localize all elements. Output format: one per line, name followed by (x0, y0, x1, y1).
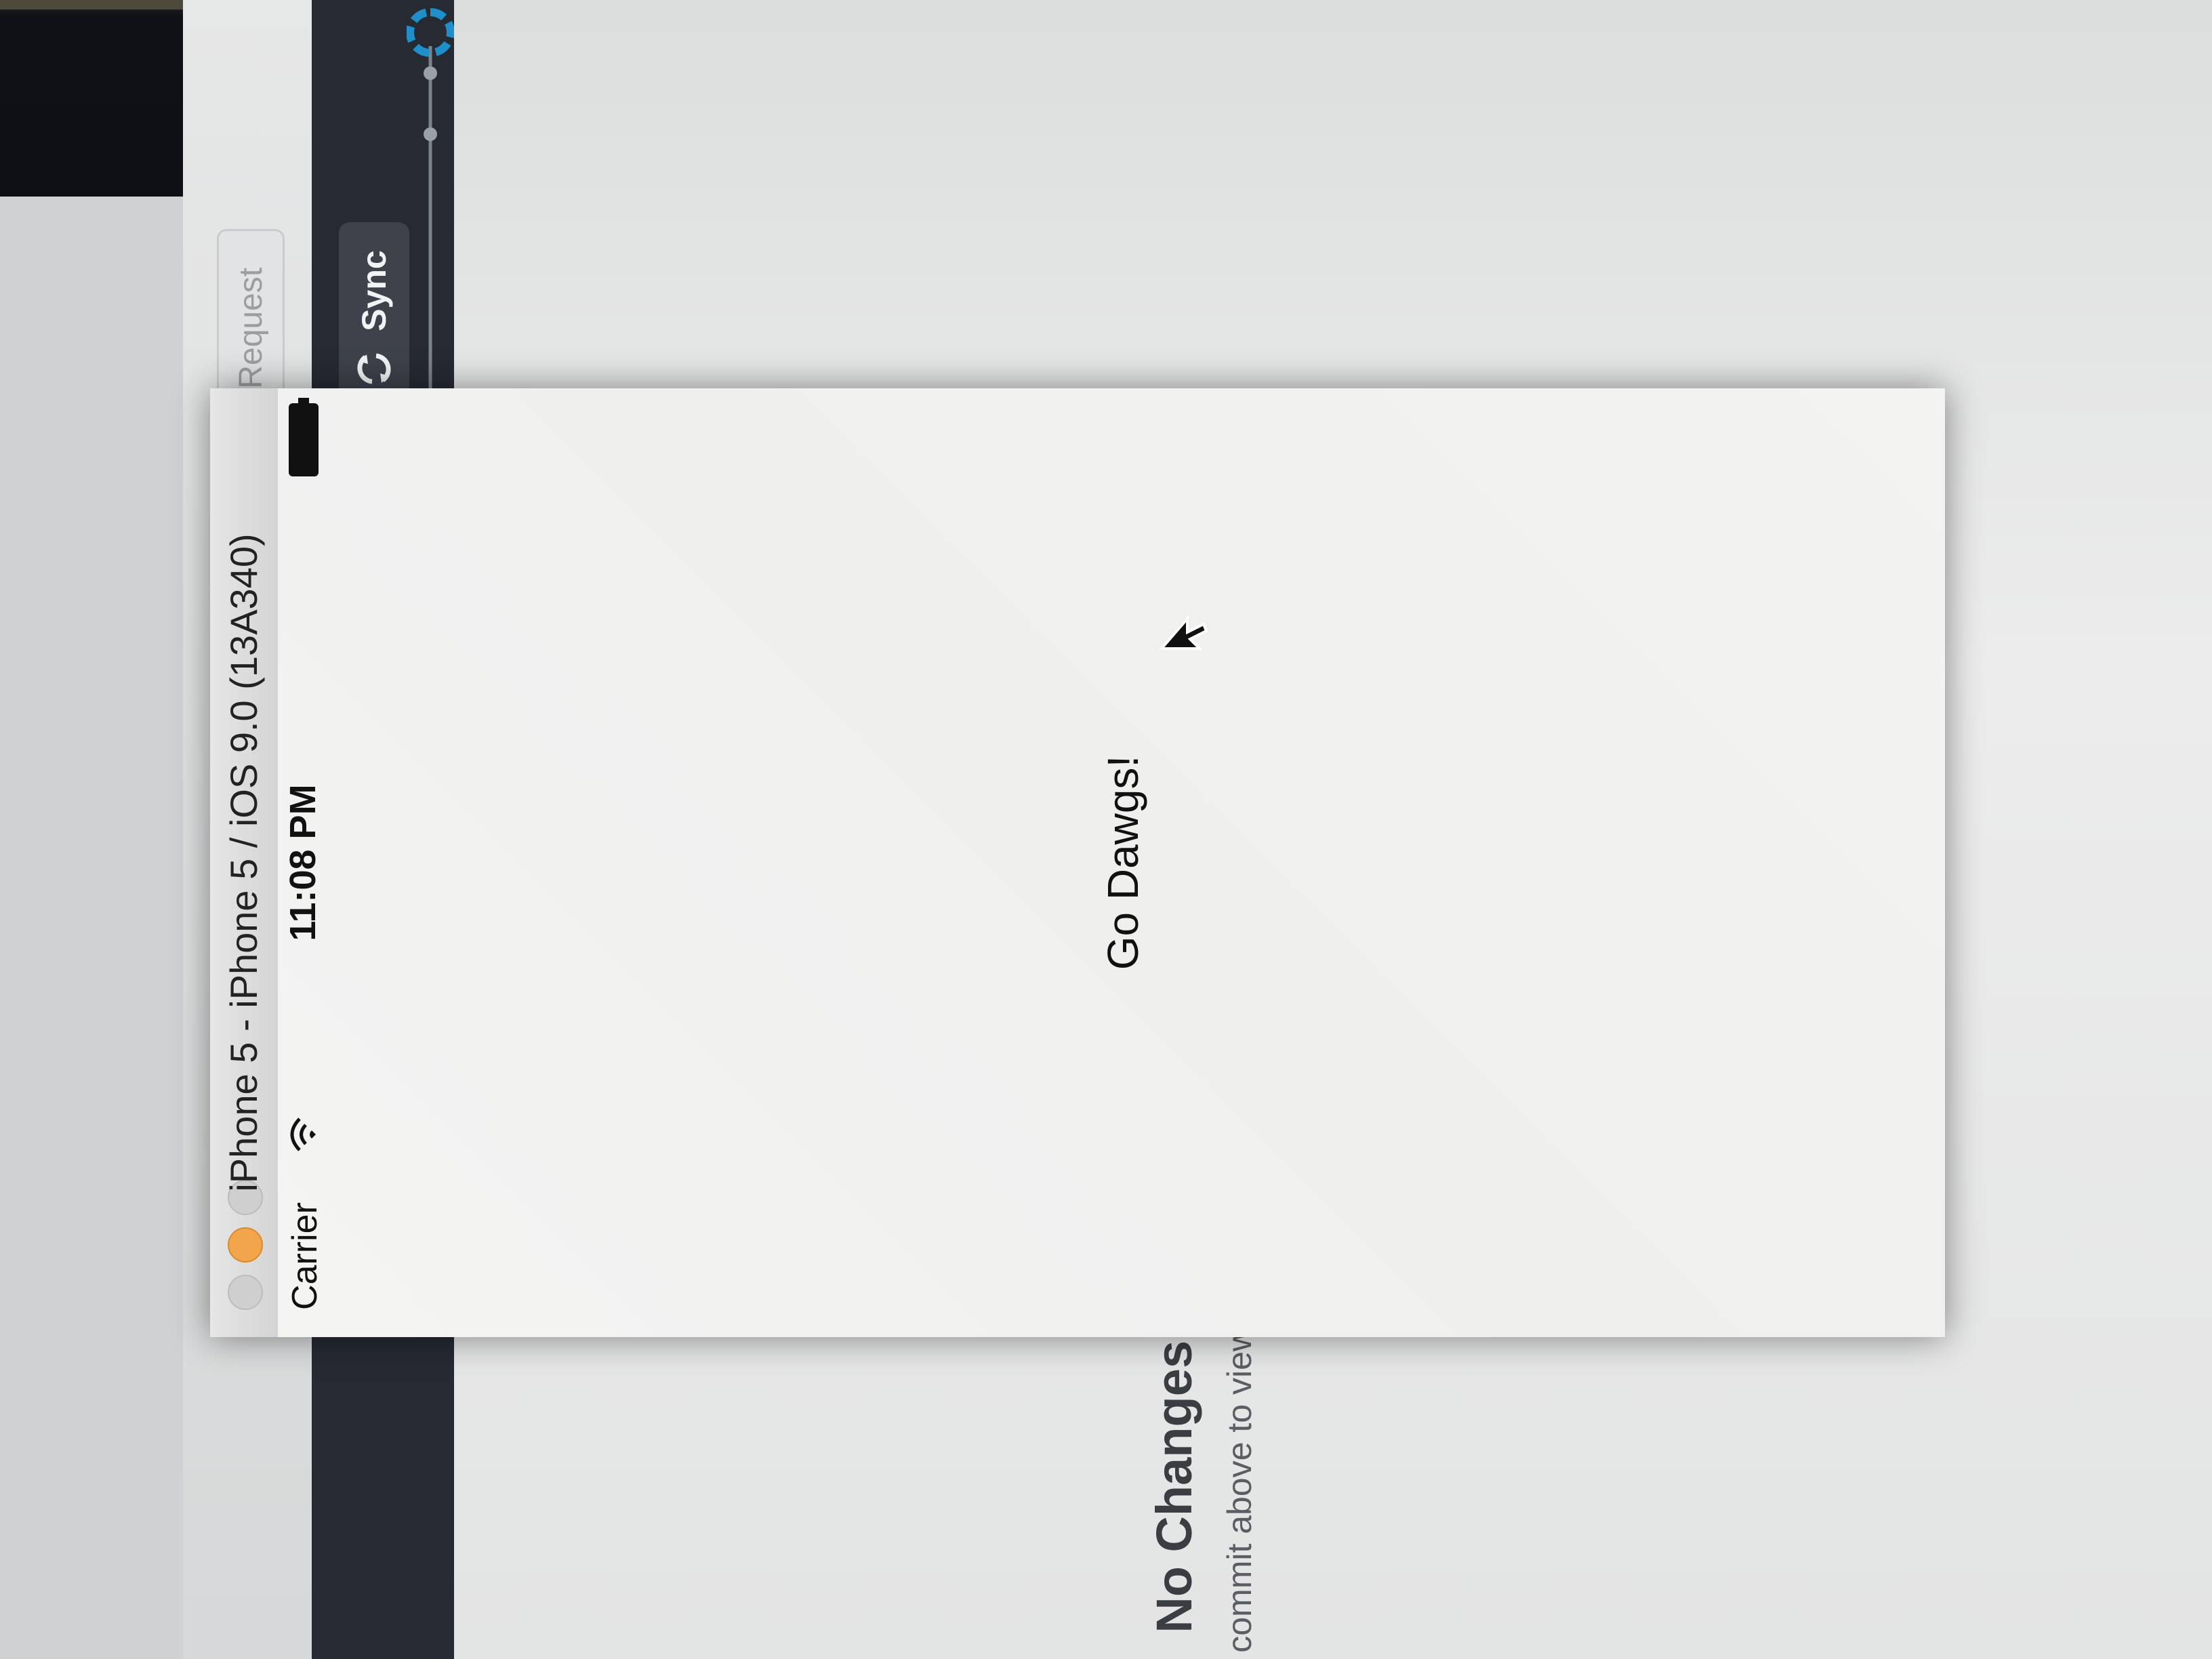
simulator-window[interactable]: iPhone 5 - iPhone 5 / iOS 9.0 (13A340) C… (210, 388, 1945, 1337)
simulator-title: iPhone 5 - iPhone 5 / iOS 9.0 (13A340) (222, 533, 265, 1192)
sync-label: Sync (355, 250, 393, 331)
no-changes-subtitle: commit above to view (1221, 1327, 1258, 1653)
no-changes-title: No Changes (1146, 1340, 1202, 1633)
app-label: Go Dawgs! (1099, 755, 1147, 970)
screen: Pull Request Sync No Changes commit abov… (0, 0, 2212, 1659)
ios-screen[interactable]: Carrier 11:08 PM Go Dawgs! (278, 388, 1945, 1337)
status-time: 11:08 PM (283, 784, 323, 941)
cursor-icon (1159, 615, 1208, 650)
simulator-titlebar[interactable]: iPhone 5 - iPhone 5 / iOS 9.0 (13A340) (210, 388, 279, 1337)
ios-status-bar: Carrier 11:08 PM (278, 388, 332, 1337)
commit-timeline[interactable] (407, 5, 454, 398)
battery-icon (289, 398, 319, 476)
sync-icon (357, 353, 391, 384)
